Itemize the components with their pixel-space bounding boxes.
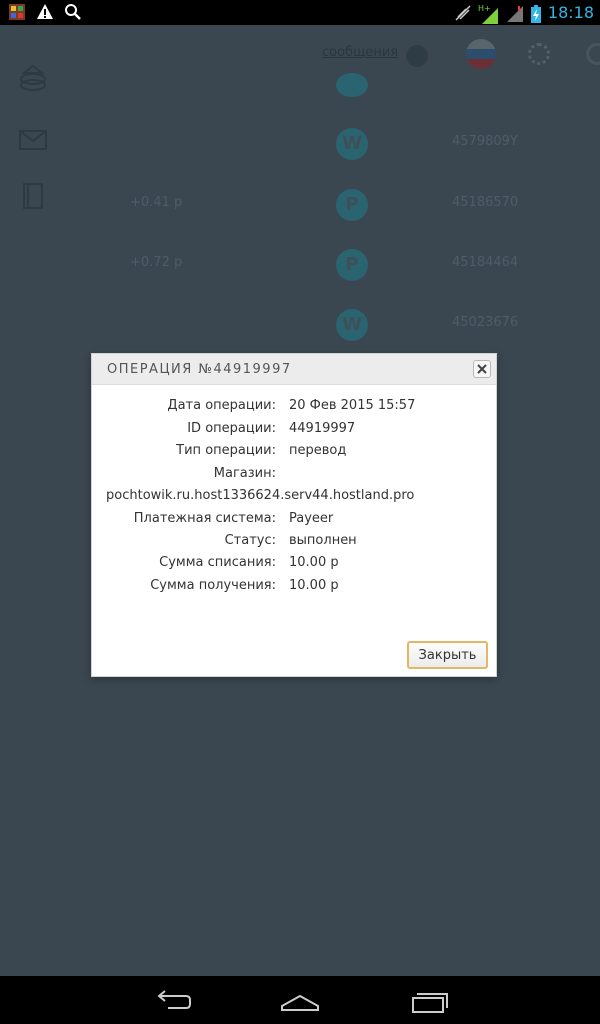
back-icon[interactable] [146,984,196,1016]
field-debit-amount: Сумма списания: 10.00 р [92,555,496,575]
field-label: Статус: [224,533,276,548]
list-item[interactable] [0,53,600,113]
list-item[interactable]: +0.41 р P 45186570 [0,175,600,235]
row-order-id: 45186570 [452,195,519,210]
signal-icon [506,4,524,22]
payeer-icon: P [336,189,368,221]
shop-url: pochtowik.ru.host1336624.serv44.hostland… [106,488,415,503]
field-value: 10.00 р [289,555,339,570]
list-item[interactable]: W 45023676 [0,295,600,355]
close-button[interactable]: Закрыть [407,641,488,669]
field-status: Статус: выполнен [92,533,496,553]
dialog-title-bar: ОПЕРАЦИЯ №44919997 [92,354,496,385]
navigation-bar [0,976,600,1024]
row-order-id: 4579809Y [452,134,518,149]
webmoney-icon: W [336,309,368,341]
network-badge: H+ [478,4,491,13]
field-value: Payeer [289,511,334,526]
row-amount: +0.41 р [130,195,183,210]
field-payment-system: Платежная система: Payeer [92,511,496,531]
field-label: Платежная система: [133,511,276,526]
field-label: Сумма списания: [159,555,276,570]
row-amount: +0.72 р [130,255,183,270]
field-value: 10.00 р [289,578,339,593]
app-notification-icon [8,3,26,21]
field-label: ID операции: [187,421,276,436]
payeer-icon: P [336,249,368,281]
close-icon[interactable] [473,360,491,378]
recent-apps-icon[interactable] [404,984,454,1016]
home-icon[interactable] [275,984,325,1016]
field-value: 20 Фев 2015 15:57 [289,398,416,413]
signal-hplus-icon: H+ [478,4,500,24]
field-type: Тип операции: перевод [92,443,496,463]
list-item[interactable]: +0.72 р P 45184464 [0,235,600,295]
webmoney-icon: W [336,128,368,160]
operation-dialog: ОПЕРАЦИЯ №44919997 Дата операции: 20 Фев… [91,353,497,677]
warning-icon [36,3,54,21]
search-icon [64,3,82,21]
list-item[interactable]: W 4579809Y [0,114,600,174]
row-order-id: 45023676 [452,315,519,330]
field-label: Тип операции: [176,443,276,458]
field-label: Сумма получения: [150,578,276,593]
field-label: Дата операции: [167,398,276,413]
battery-icon [530,4,542,23]
field-id: ID операции: 44919997 [92,421,496,441]
field-credit-amount: Сумма получения: 10.00 р [92,578,496,598]
row-order-id: 45184464 [452,255,519,270]
field-label: Магазин: [213,466,276,481]
field-shop: Магазин: [92,466,496,486]
status-time: 18:18 [547,3,594,22]
field-value: выполнен [289,533,357,548]
field-value: перевод [289,443,347,458]
field-date: Дата операции: 20 Фев 2015 15:57 [92,398,496,418]
field-value: 44919997 [289,421,356,436]
dialog-title: ОПЕРАЦИЯ №44919997 [107,362,292,377]
status-bar: H+ 18:18 [0,0,600,25]
mute-icon [454,4,472,22]
webmoney-icon [336,73,368,97]
